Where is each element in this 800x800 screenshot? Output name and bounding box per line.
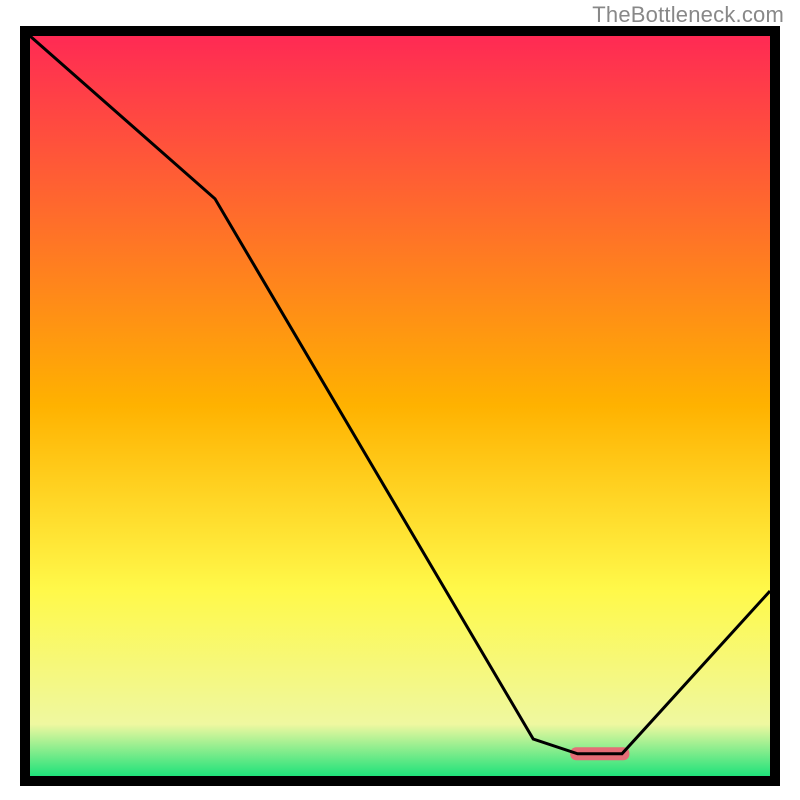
- chart-background: [30, 36, 770, 776]
- chart-frame: [20, 26, 780, 786]
- bottleneck-chart: [30, 36, 770, 776]
- watermark-text: TheBottleneck.com: [592, 2, 784, 28]
